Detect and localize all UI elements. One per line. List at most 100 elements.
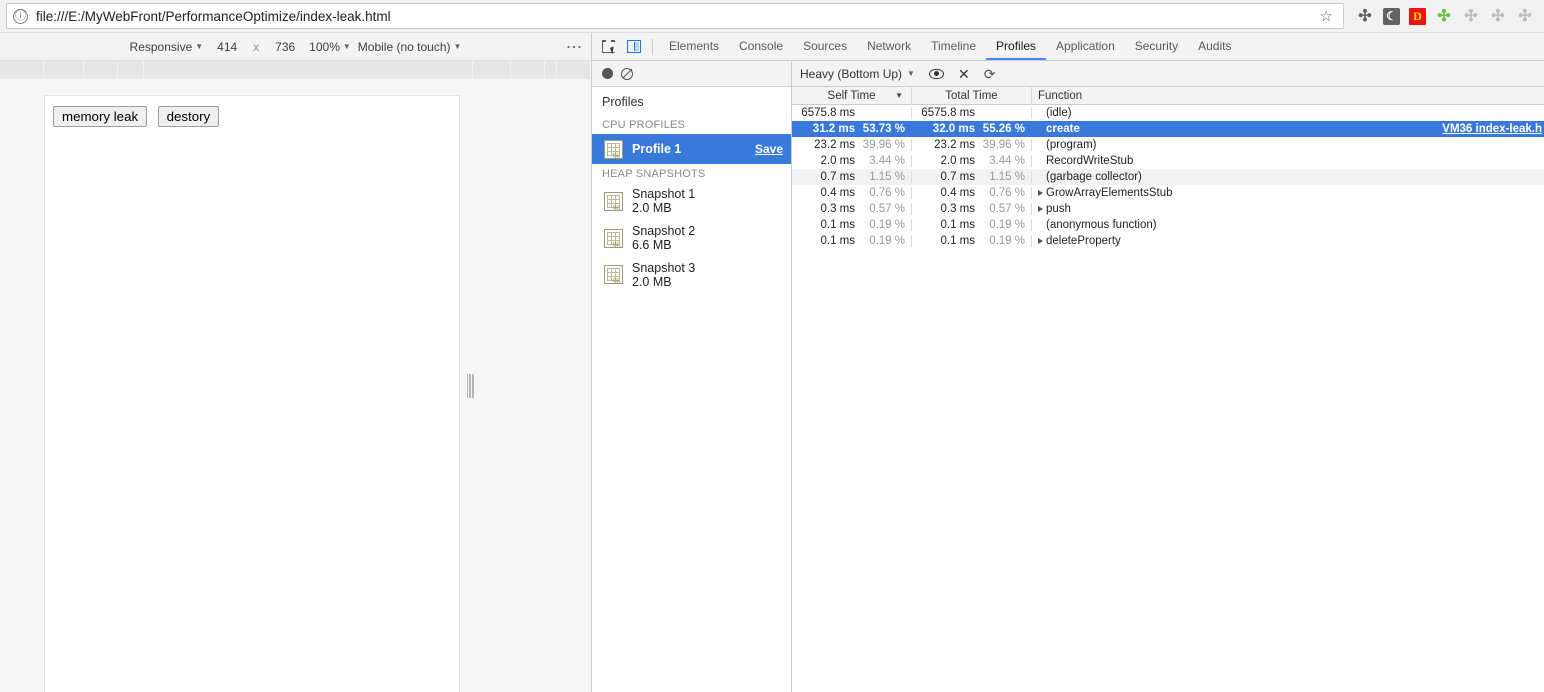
profile-item-profile-1[interactable]: Profile 1 Save	[592, 134, 791, 164]
column-header-function[interactable]: Function	[1032, 87, 1544, 104]
snapshot-item-1[interactable]: Snapshot 1 2.0 MB	[592, 183, 791, 220]
extension-icons: ✣ ☾ D ✣ ✣ ✣ ✣	[1348, 7, 1538, 25]
page-viewport: memory leak destory	[44, 95, 460, 692]
chevron-down-icon: ▼	[453, 42, 462, 51]
snapshot-item-2[interactable]: Snapshot 2 6.6 MB	[592, 220, 791, 257]
puzzle-extension-icon-4[interactable]: ✣	[1516, 7, 1534, 25]
throttling-select[interactable]: Mobile (no touch) ▼	[358, 40, 462, 54]
profile-data-grid: Self Time ▼ Total Time Function 6575.8 m…	[792, 87, 1544, 692]
exclude-selected-function-icon[interactable]: ✕	[958, 67, 970, 81]
cell-function: push	[1032, 203, 1544, 215]
percent-value: 0.76 %	[869, 187, 905, 199]
table-row[interactable]: 0.3 ms 0.57 % 0.3 ms 0.57 % push	[792, 201, 1544, 217]
grid-rows: 6575.8 ms 6575.8 ms (idle) 31.2 ms 53.73 % 32…	[792, 105, 1544, 692]
viewport-width-input[interactable]: 414	[210, 40, 244, 54]
source-location-link[interactable]: VM36 index-leak.h	[1442, 123, 1544, 135]
site-info-icon[interactable]: ⓘ	[13, 8, 28, 24]
device-emulation-pane: Responsive ▼ 414 x 736 100% ▼ Mobile (no…	[0, 33, 592, 692]
snapshot-item-label: Snapshot 1	[632, 187, 696, 201]
table-row[interactable]: 2.0 ms 3.44 % 2.0 ms 3.44 % RecordWriteStub	[792, 153, 1544, 169]
viewport-resize-handle[interactable]	[461, 79, 479, 692]
view-mode-select[interactable]: Heavy (Bottom Up) ▼	[800, 67, 915, 81]
row-indent-spacer	[1038, 110, 1043, 116]
puzzle-extension-icon-2[interactable]: ✣	[1462, 7, 1480, 25]
function-name: (anonymous function)	[1046, 219, 1157, 231]
tab-profiles[interactable]: Profiles	[986, 33, 1047, 60]
table-row[interactable]: 0.7 ms 1.15 % 0.7 ms 1.15 % (garbage collect…	[792, 169, 1544, 185]
table-row[interactable]: 31.2 ms 53.73 % 32.0 ms 55.26 % create VM36 i…	[792, 121, 1544, 137]
snapshot-grid-icon	[604, 265, 623, 285]
device-viewport-area: memory leak destory	[0, 79, 591, 692]
save-profile-link[interactable]: Save	[755, 142, 783, 156]
table-row[interactable]: 0.1 ms 0.19 % 0.1 ms 0.19 % deleteProperty	[792, 233, 1544, 249]
cell-self-time: 0.4 ms 0.76 %	[792, 187, 912, 199]
device-preset-select[interactable]: Responsive ▼	[130, 40, 204, 54]
percent-value: 39.96 %	[862, 139, 905, 151]
expand-triangle-icon[interactable]	[1038, 190, 1043, 196]
green-extension-icon[interactable]: ✣	[1435, 7, 1453, 25]
percent-value: 55.26 %	[982, 123, 1025, 135]
destroy-button[interactable]: destory	[157, 106, 220, 127]
tab-network[interactable]: Network	[857, 33, 921, 60]
restore-all-functions-icon[interactable]: ⟳	[984, 67, 996, 81]
resize-grip-icon	[466, 373, 474, 398]
table-row[interactable]: 6575.8 ms 6575.8 ms (idle)	[792, 105, 1544, 121]
cell-self-time: 23.2 ms 39.96 %	[792, 139, 912, 151]
cell-total-time: 6575.8 ms	[912, 107, 1032, 119]
puzzle-extension-icon-3[interactable]: ✣	[1489, 7, 1507, 25]
column-header-self-time-label: Self Time	[827, 89, 876, 102]
tab-security[interactable]: Security	[1125, 33, 1188, 60]
inspect-element-icon[interactable]	[596, 35, 621, 59]
function-name: GrowArrayElementsStub	[1046, 187, 1173, 199]
chevron-down-icon: ▼	[195, 42, 204, 51]
expand-triangle-icon[interactable]	[1038, 206, 1043, 212]
percent-value: 1.15 %	[989, 171, 1025, 183]
zoom-select[interactable]: 100% ▼	[309, 40, 351, 54]
profile-item-label: Profile 1	[632, 142, 682, 156]
bookmark-star-icon[interactable]: ☆	[1316, 7, 1337, 25]
expand-triangle-icon[interactable]	[1038, 238, 1043, 244]
focus-selected-function-icon[interactable]	[928, 68, 944, 79]
toggle-device-toolbar-icon[interactable]	[621, 35, 646, 59]
column-header-total-time[interactable]: Total Time	[912, 87, 1032, 104]
cell-self-time: 6575.8 ms	[792, 107, 912, 119]
tab-console[interactable]: Console	[729, 33, 793, 60]
device-ruler	[0, 61, 591, 79]
cell-function: deleteProperty	[1032, 235, 1544, 247]
memory-leak-button[interactable]: memory leak	[53, 106, 148, 127]
tab-sources[interactable]: Sources	[793, 33, 857, 60]
table-row[interactable]: 23.2 ms 39.96 % 23.2 ms 39.96 % (program)	[792, 137, 1544, 153]
percent-value: 3.44 %	[989, 155, 1025, 167]
viewport-height-input[interactable]: 736	[268, 40, 302, 54]
cell-total-time: 0.4 ms 0.76 %	[912, 187, 1032, 199]
table-row[interactable]: 0.4 ms 0.76 % 0.4 ms 0.76 % GrowArrayElement…	[792, 185, 1544, 201]
record-icon[interactable]	[602, 68, 613, 79]
function-name: push	[1046, 203, 1071, 215]
chevron-down-icon: ▼	[342, 42, 351, 51]
percent-value: 53.73 %	[862, 123, 905, 135]
tab-elements[interactable]: Elements	[659, 33, 729, 60]
profiles-sidebar: Profiles CPU PROFILES Profile 1 Save HEA…	[592, 87, 792, 692]
tab-timeline[interactable]: Timeline	[921, 33, 986, 60]
puzzle-extension-icon[interactable]: ✣	[1356, 7, 1374, 25]
device-toolbar-more-icon[interactable]: ⋮	[565, 39, 582, 55]
time-value: 6575.8 ms	[801, 107, 855, 119]
cell-total-time: 0.1 ms 0.19 %	[912, 219, 1032, 231]
device-emulation-toolbar: Responsive ▼ 414 x 736 100% ▼ Mobile (no…	[0, 33, 591, 61]
d-extension-icon[interactable]: D	[1409, 7, 1426, 25]
column-header-self-time[interactable]: Self Time ▼	[792, 87, 912, 104]
table-row[interactable]: 0.1 ms 0.19 % 0.1 ms 0.19 % (anonymous funct…	[792, 217, 1544, 233]
profiles-title: Profiles	[602, 95, 644, 109]
column-header-function-label: Function	[1038, 89, 1083, 102]
function-name: (garbage collector)	[1046, 171, 1142, 183]
snapshot-item-3[interactable]: Snapshot 3 2.0 MB	[592, 257, 791, 294]
tab-audits[interactable]: Audits	[1188, 33, 1241, 60]
tab-application[interactable]: Application	[1046, 33, 1125, 60]
time-value: 23.2 ms	[814, 139, 855, 151]
browser-toolbar: ⓘ file:///E:/MyWebFront/PerformanceOptim…	[0, 0, 1544, 33]
cell-total-time: 0.1 ms 0.19 %	[912, 235, 1032, 247]
time-value: 31.2 ms	[812, 123, 855, 135]
address-bar[interactable]: ⓘ file:///E:/MyWebFront/PerformanceOptim…	[6, 3, 1344, 29]
clear-icon[interactable]	[621, 67, 633, 80]
dark-reader-extension-icon[interactable]: ☾	[1383, 7, 1400, 25]
